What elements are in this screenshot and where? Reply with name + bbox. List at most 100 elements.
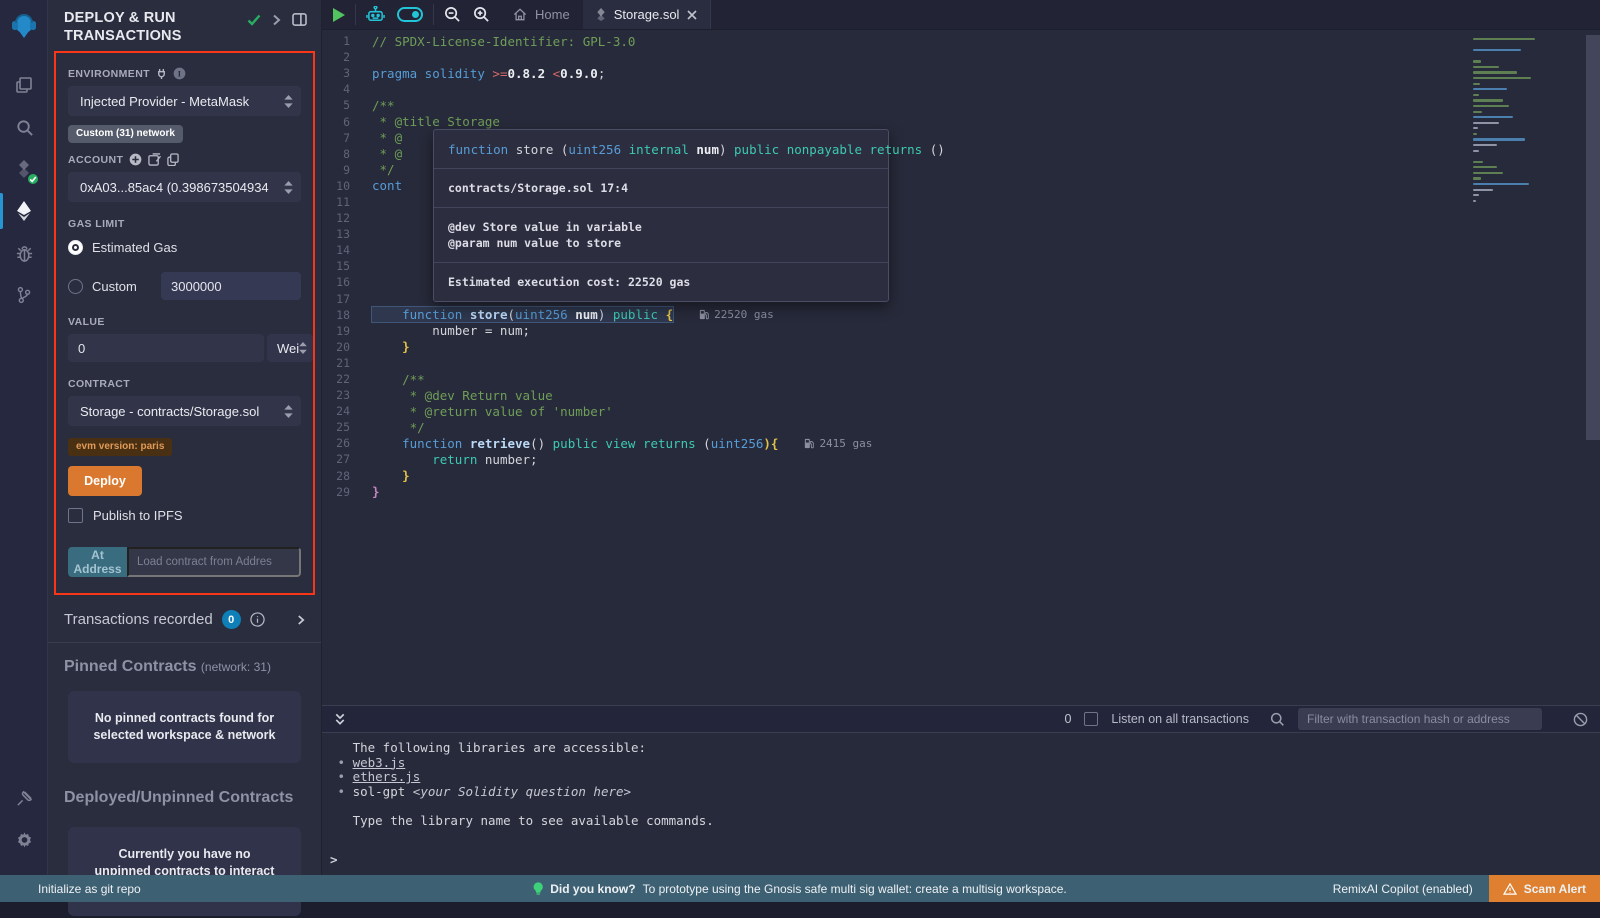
transactions-recorded-label: Transactions recorded — [64, 611, 213, 628]
code-editor[interactable]: 1// SPDX-License-Identifier: GPL-3.02 3p… — [322, 30, 1600, 705]
deploy-button[interactable]: Deploy — [68, 466, 142, 496]
code-line: The following libraries are accessible: — [330, 740, 1600, 755]
terminal-tx-count: 0 — [1064, 712, 1071, 726]
code-line: Type the library name to see available c… — [330, 813, 1600, 828]
estimated-gas-row: Estimated Gas — [68, 236, 301, 258]
code-line: 3pragma solidity >=0.8.2 <0.9.0; — [322, 65, 1600, 81]
settings-gear-icon[interactable] — [0, 819, 48, 861]
environment-label: ENVIRONMENT i — [68, 67, 301, 80]
code-line: 6 * @title Storage — [322, 113, 1600, 129]
code-line: 27 return number; — [322, 451, 1600, 467]
code-line: 28 } — [322, 468, 1600, 484]
code-line: 5/** — [322, 97, 1600, 113]
value-row: Wei — [68, 334, 301, 362]
tab-home[interactable]: Home — [500, 0, 583, 29]
collapse-terminal-icon[interactable] — [334, 713, 346, 726]
publish-ipfs-label: Publish to IPFS — [93, 508, 183, 523]
at-address-button[interactable]: At Address — [68, 547, 127, 577]
icon-rail — [0, 0, 48, 875]
tooltip-signature: function store (uint256 internal num) pu… — [434, 130, 888, 169]
code-line: • web3.js — [330, 755, 1600, 770]
contract-select[interactable]: Storage - contracts/Storage.sol — [68, 396, 301, 426]
file-explorer-icon[interactable] — [0, 64, 48, 106]
git-icon[interactable] — [0, 274, 48, 316]
ai-group — [356, 0, 433, 29]
evm-version-badge: evm version: paris — [68, 438, 172, 456]
value-input[interactable] — [68, 334, 264, 362]
terminal-filter-input[interactable] — [1298, 708, 1542, 730]
warning-triangle-icon — [1503, 883, 1517, 895]
custom-gas-label: Custom — [92, 279, 137, 294]
highlight-rectangle: ENVIRONMENT i Injected Provider - MetaMa… — [54, 51, 315, 595]
remixai-robot-icon[interactable] — [366, 6, 385, 24]
add-account-icon[interactable] — [129, 153, 142, 166]
estimated-gas-radio[interactable] — [68, 240, 83, 255]
clear-console-icon[interactable] — [1573, 712, 1588, 727]
close-tab-icon[interactable] — [687, 10, 697, 20]
listen-all-transactions-checkbox[interactable] — [1084, 712, 1098, 726]
at-address-input[interactable] — [127, 547, 301, 577]
remix-logo[interactable] — [0, 0, 48, 52]
code-line: 25 */ — [322, 419, 1600, 435]
terminal[interactable]: The following libraries are accessible: … — [322, 733, 1600, 875]
copy-address-icon[interactable] — [167, 153, 179, 166]
scam-alert-button[interactable]: Scam Alert — [1489, 875, 1600, 902]
code-line: 1// SPDX-License-Identifier: GPL-3.0 — [322, 33, 1600, 49]
debugger-icon[interactable] — [0, 232, 48, 274]
environment-select[interactable]: Injected Provider - MetaMask — [68, 86, 301, 116]
custom-gas-radio[interactable] — [68, 279, 83, 294]
transactions-count-badge: 0 — [222, 610, 241, 629]
stepper-icon — [284, 181, 293, 194]
code-line: 18 function store(uint256 num) public {2… — [322, 307, 1600, 323]
copilot-toggle[interactable] — [397, 7, 423, 22]
copilot-status: RemixAI Copilot (enabled) — [1333, 882, 1473, 896]
gas-estimate-badge: 22520 gas — [699, 308, 774, 321]
transactions-expand-chevron-icon[interactable] — [297, 614, 305, 626]
code-line: 19 number = num; — [322, 323, 1600, 339]
panel-expand-chevron-icon[interactable] — [272, 14, 281, 26]
editor-scrollbar[interactable] — [1586, 35, 1600, 440]
pinned-contracts-heading: Pinned Contracts (network: 31) — [48, 643, 321, 676]
stepper-icon — [284, 95, 293, 108]
zoom-out-icon[interactable] — [444, 6, 461, 23]
terminal-toolbar: 0 Listen on all transactions — [322, 705, 1600, 733]
code-line: 21 — [322, 355, 1600, 371]
unpinned-contracts-heading: Deployed/Unpinned Contracts — [48, 763, 321, 807]
transactions-info-icon[interactable] — [250, 612, 265, 627]
code-line: • sol-gpt <your Solidity question here> — [330, 784, 1600, 799]
solidity-file-icon — [596, 8, 606, 21]
sign-message-icon[interactable] — [148, 153, 161, 166]
stepper-icon — [299, 342, 307, 354]
status-bar: Initialize as git repo Did you know? To … — [0, 875, 1600, 902]
svg-text:i: i — [178, 69, 182, 78]
solidity-compiler-icon[interactable] — [0, 148, 48, 190]
minimap[interactable] — [1473, 38, 1553, 205]
custom-gas-input[interactable] — [161, 272, 301, 300]
home-icon — [513, 8, 527, 21]
did-you-know-tip: Did you know? To prototype using the Gno… — [533, 882, 1067, 896]
deploy-run-panel: DEPLOY & RUN TRANSACTIONS ENVIRONMENT i … — [48, 0, 322, 875]
tooltip-param-line: @param num value to store — [448, 235, 874, 251]
publish-ipfs-row: Publish to IPFS — [68, 508, 301, 523]
account-select[interactable]: 0xA03...85ac4 (0.398673504934 — [68, 172, 301, 202]
zoom-in-icon[interactable] — [473, 6, 490, 23]
terminal-prompt[interactable]: > — [330, 852, 1600, 867]
pinned-contracts-empty-card: No pinned contracts found for selected w… — [68, 691, 301, 763]
hover-tooltip: function store (uint256 internal num) pu… — [433, 129, 889, 302]
value-unit-select[interactable]: Wei — [267, 334, 313, 362]
plug-icon[interactable] — [156, 68, 167, 80]
network-badge: Custom (31) network — [68, 125, 183, 143]
zoom-group — [434, 0, 500, 29]
account-label: ACCOUNT — [68, 153, 301, 166]
panel-pin-view-icon[interactable] — [292, 13, 307, 26]
tab-storage-sol[interactable]: Storage.sol — [583, 0, 712, 29]
plugin-manager-icon[interactable] — [0, 777, 48, 819]
search-icon[interactable] — [0, 106, 48, 148]
environment-info-icon[interactable]: i — [173, 67, 186, 80]
git-init-button[interactable]: Initialize as git repo — [38, 882, 141, 896]
run-script-icon[interactable] — [332, 8, 345, 22]
gas-limit-label: GAS LIMIT — [68, 218, 301, 230]
terminal-lines: The following libraries are accessible: … — [330, 740, 1600, 828]
deploy-run-icon[interactable] — [0, 190, 48, 232]
publish-ipfs-checkbox[interactable] — [68, 508, 83, 523]
